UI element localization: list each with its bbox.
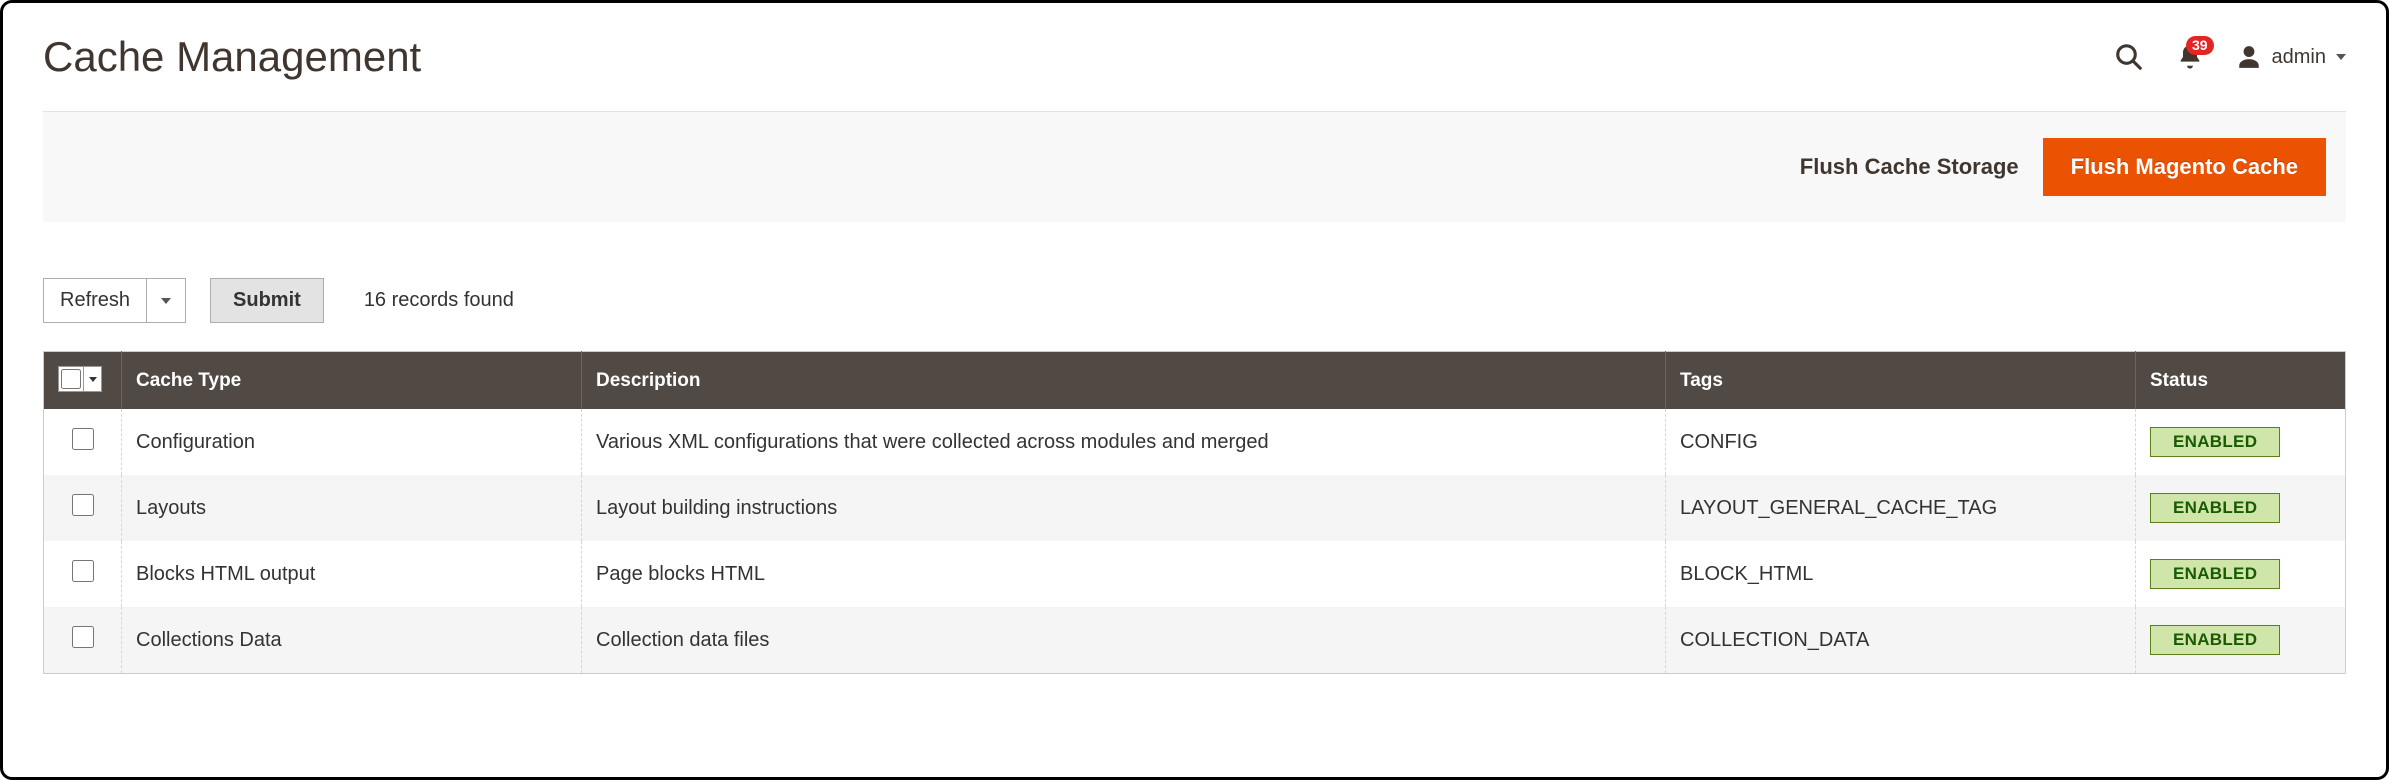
table-row[interactable]: Collections DataCollection data filesCOL… bbox=[44, 607, 2346, 674]
table-row[interactable]: ConfigurationVarious XML configurations … bbox=[44, 409, 2346, 475]
header-cache-type[interactable]: Cache Type bbox=[122, 352, 582, 410]
notification-count-badge: 39 bbox=[2186, 36, 2214, 55]
header-select-all bbox=[44, 352, 122, 410]
select-all-menu-toggle[interactable] bbox=[83, 367, 101, 391]
table-row[interactable]: LayoutsLayout building instructionsLAYOU… bbox=[44, 475, 2346, 541]
row-checkbox[interactable] bbox=[72, 626, 94, 648]
account-menu[interactable]: admin bbox=[2236, 44, 2346, 70]
cell-tags: LAYOUT_GENERAL_CACHE_TAG bbox=[1666, 475, 2136, 541]
table-header-row: Cache Type Description Tags Status bbox=[44, 352, 2346, 410]
cell-tags: BLOCK_HTML bbox=[1666, 541, 2136, 607]
cell-description: Various XML configurations that were col… bbox=[582, 409, 1666, 475]
select-all-checkbox[interactable] bbox=[61, 369, 81, 389]
records-found-label: 16 records found bbox=[364, 289, 514, 312]
cell-cache-type: Blocks HTML output bbox=[122, 541, 582, 607]
flush-magento-cache-button[interactable]: Flush Magento Cache bbox=[2043, 138, 2326, 196]
row-select-cell bbox=[44, 607, 122, 674]
cell-status: ENABLED bbox=[2136, 607, 2346, 674]
status-badge: ENABLED bbox=[2150, 559, 2280, 589]
mass-action-toggle[interactable] bbox=[147, 279, 185, 322]
mass-action-label: Refresh bbox=[44, 279, 147, 322]
row-select-cell bbox=[44, 475, 122, 541]
cell-status: ENABLED bbox=[2136, 541, 2346, 607]
row-select-cell bbox=[44, 541, 122, 607]
action-bar: Flush Cache Storage Flush Magento Cache bbox=[43, 111, 2346, 222]
cache-grid: Cache Type Description Tags Status Confi… bbox=[43, 351, 2346, 674]
row-checkbox[interactable] bbox=[72, 494, 94, 516]
user-icon bbox=[2236, 44, 2262, 70]
page-title: Cache Management bbox=[43, 33, 421, 81]
chevron-down-icon bbox=[2336, 54, 2346, 60]
notifications-icon[interactable]: 39 bbox=[2176, 42, 2204, 72]
cell-cache-type: Layouts bbox=[122, 475, 582, 541]
caret-down-icon bbox=[89, 377, 97, 382]
page-header: Cache Management 39 admin bbox=[43, 33, 2346, 81]
header-description[interactable]: Description bbox=[582, 352, 1666, 410]
cell-description: Collection data files bbox=[582, 607, 1666, 674]
status-badge: ENABLED bbox=[2150, 493, 2280, 523]
cell-cache-type: Configuration bbox=[122, 409, 582, 475]
header-actions: 39 admin bbox=[2114, 42, 2346, 72]
grid-toolbar: Refresh Submit 16 records found bbox=[43, 278, 2346, 323]
header-status[interactable]: Status bbox=[2136, 352, 2346, 410]
row-checkbox[interactable] bbox=[72, 560, 94, 582]
cell-tags: COLLECTION_DATA bbox=[1666, 607, 2136, 674]
table-row[interactable]: Blocks HTML outputPage blocks HTMLBLOCK_… bbox=[44, 541, 2346, 607]
row-select-cell bbox=[44, 409, 122, 475]
caret-down-icon bbox=[161, 298, 171, 304]
cell-status: ENABLED bbox=[2136, 409, 2346, 475]
account-label: admin bbox=[2272, 46, 2326, 69]
status-badge: ENABLED bbox=[2150, 427, 2280, 457]
header-tags[interactable]: Tags bbox=[1666, 352, 2136, 410]
cell-cache-type: Collections Data bbox=[122, 607, 582, 674]
cell-description: Page blocks HTML bbox=[582, 541, 1666, 607]
mass-action-select[interactable]: Refresh bbox=[43, 278, 186, 323]
row-checkbox[interactable] bbox=[72, 428, 94, 450]
submit-button[interactable]: Submit bbox=[210, 278, 324, 323]
cell-status: ENABLED bbox=[2136, 475, 2346, 541]
flush-cache-storage-button[interactable]: Flush Cache Storage bbox=[1800, 154, 2019, 180]
cell-description: Layout building instructions bbox=[582, 475, 1666, 541]
search-icon[interactable] bbox=[2114, 42, 2144, 72]
cell-tags: CONFIG bbox=[1666, 409, 2136, 475]
status-badge: ENABLED bbox=[2150, 625, 2280, 655]
